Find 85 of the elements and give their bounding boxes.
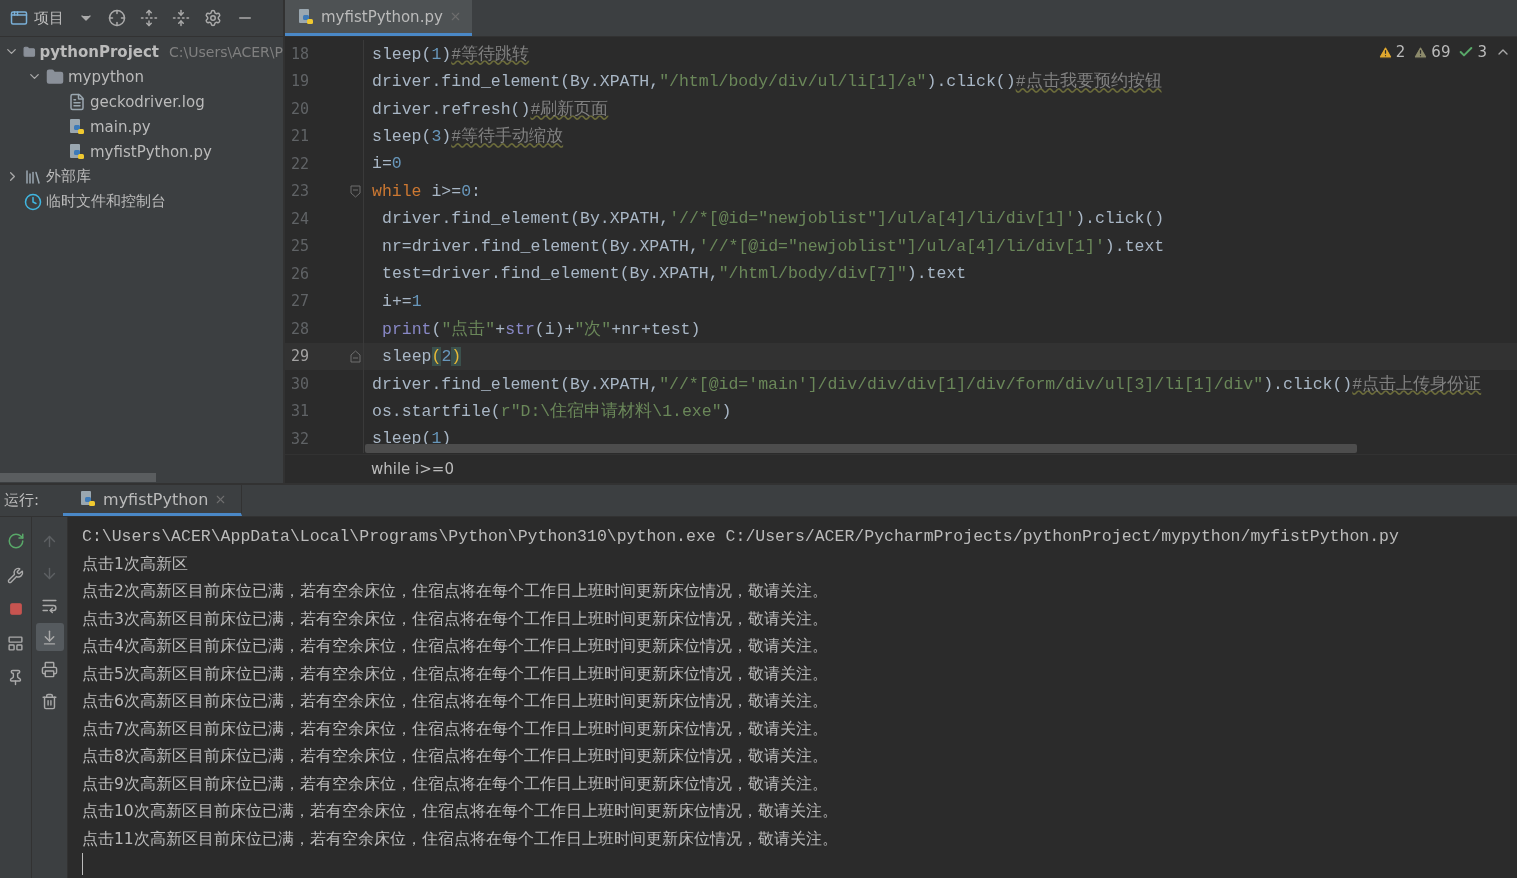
line-number: 18 xyxy=(290,44,311,63)
tree-item[interactable]: 外部库 xyxy=(46,167,91,186)
layout-icon xyxy=(7,634,24,652)
trash-icon xyxy=(41,692,58,710)
code-line: while i>=0: xyxy=(371,181,481,201)
line-number: 19 xyxy=(290,72,311,91)
pin-icon xyxy=(7,668,24,686)
project-window-icon xyxy=(10,9,28,27)
scroll-to-end-button[interactable] xyxy=(35,623,64,651)
line-number: 20 xyxy=(290,99,311,118)
scroll-to-end-icon xyxy=(41,628,58,646)
console-output: 点击3次高新区目前床位已满，若有空余床位，住宿点将在每个工作日上班时间更新床位情况，敬请关注。 xyxy=(82,608,829,630)
expand-all-icon[interactable] xyxy=(140,9,158,27)
python-run-icon xyxy=(79,490,98,508)
inspection-count[interactable]: 2 xyxy=(1377,43,1406,61)
console-command: C:\Users\ACER\AppData\Local\Programs\Python\Python310\python.exe C:/Users/ACER/PycharmProjects/pythonProject/mypython/myfistPython.py xyxy=(82,526,1400,549)
console-output: 点击1次高新区 xyxy=(82,553,189,575)
line-number: 28 xyxy=(290,319,311,338)
code-line: driver.find_element(By.XPATH,"/html/body/div/ul/li[1]/a").click()#点击我要预约按钮 xyxy=(371,71,1162,93)
editor-tab[interactable]: myfistPython.py xyxy=(285,0,472,36)
locate-icon[interactable] xyxy=(108,9,126,27)
fold-marker-icon[interactable] xyxy=(350,184,361,198)
console-output: 点击7次高新区目前床位已满，若有空余床位，住宿点将在每个工作日上班时间更新床位情况，敬请关注。 xyxy=(82,718,829,740)
python-file-icon xyxy=(68,142,86,161)
file-icon xyxy=(68,92,86,111)
settings-icon[interactable] xyxy=(204,9,222,27)
line-number: 31 xyxy=(290,402,311,421)
code-line: sleep(2) xyxy=(381,346,462,366)
code-line: sleep(1)#等待跳转 xyxy=(371,43,530,65)
python-file-icon xyxy=(297,7,315,26)
breadcrumb[interactable]: while i>=0 xyxy=(371,460,454,478)
line-number: 22 xyxy=(290,154,311,173)
console-output: 点击2次高新区目前床位已满，若有空余床位，住宿点将在每个工作日上班时间更新床位情况，敬请关注。 xyxy=(82,581,829,603)
printer-icon xyxy=(41,660,58,678)
tree-item[interactable]: 临时文件和控制台 xyxy=(46,192,166,211)
library-icon xyxy=(24,167,42,186)
console-output: 点击4次高新区目前床位已满，若有空余床位，住宿点将在每个工作日上班时间更新床位情况，敬请关注。 xyxy=(82,636,829,658)
console-output: 点击9次高新区目前床位已满，若有空余床位，住宿点将在每个工作日上班时间更新床位情况，敬请关注。 xyxy=(82,773,829,795)
folder-icon xyxy=(46,67,64,86)
inspection-count[interactable]: 3 xyxy=(1458,43,1487,61)
line-number: 30 xyxy=(290,374,311,393)
console-output: 点击10次高新区目前床位已满，若有空余床位，住宿点将在每个工作日上班时间更新床位情况，敬请关注。 xyxy=(82,801,839,823)
scratch-console-icon xyxy=(24,192,42,211)
stop-icon xyxy=(8,602,23,616)
run-label: 运行: xyxy=(3,491,41,510)
text-cursor xyxy=(82,853,83,875)
tree-item[interactable]: mypython xyxy=(68,67,144,86)
code-line: nr=driver.find_element(By.XPATH,'//*[@id="newjoblist"]/ul/a[4]/li/div[1]').text xyxy=(381,236,1165,256)
warning-icon xyxy=(1377,44,1393,60)
code-line: sleep(3)#等待手动缩放 xyxy=(371,125,564,148)
fold-marker-icon[interactable] xyxy=(350,349,361,363)
line-number: 23 xyxy=(290,182,311,201)
code-line: driver.find_element(By.XPATH,"//*[@id='main']/div/div/div[1]/div/form/div/ul[3]/li[1]/div").click()#点击上传身份证 xyxy=(371,373,1482,395)
tree-item[interactable]: geckodriver.log xyxy=(90,92,205,111)
tree-item[interactable]: main.py xyxy=(90,117,151,136)
code-line: os.startfile(r"D:\住宿申请材料\1.exe") xyxy=(371,400,732,423)
code-line: driver.find_element(By.XPATH,'//*[@id="newjoblist"]/ul/a[4]/li/div[1]').click() xyxy=(381,209,1165,229)
code-line: test=driver.find_element(By.XPATH,"/html/body/div[7]").text xyxy=(381,264,967,284)
scrollbar-thumb[interactable] xyxy=(365,444,1357,453)
console-output: 点击6次高新区目前床位已满，若有空余床位，住宿点将在每个工作日上班时间更新床位情况，敬请关注。 xyxy=(82,691,829,713)
tree-item[interactable]: myfistPython.py xyxy=(90,142,212,161)
code-line: print("点击"+str(i)+"次"+nr+test) xyxy=(381,318,701,340)
collapse-all-icon[interactable] xyxy=(172,9,190,27)
tool-window-title[interactable]: 项目 xyxy=(34,8,64,28)
wrench-icon xyxy=(7,566,24,584)
line-number: 21 xyxy=(290,127,311,146)
tree-item[interactable]: pythonProject xyxy=(39,42,160,61)
line-number: 25 xyxy=(290,237,311,256)
code-line: i+=1 xyxy=(381,291,422,311)
code-line: driver.refresh()#刷新页面 xyxy=(371,98,609,120)
rerun-icon xyxy=(6,532,25,550)
console-output: 点击8次高新区目前床位已满，若有空余床位，住宿点将在每个工作日上班时间更新床位情况，敬请关注。 xyxy=(82,746,829,768)
scrollbar-thumb[interactable] xyxy=(0,472,156,482)
line-number: 27 xyxy=(290,292,311,311)
code-line: i=0 xyxy=(371,154,402,174)
line-number: 32 xyxy=(290,429,311,448)
line-number: 29 xyxy=(290,347,311,366)
line-number: 26 xyxy=(290,264,311,283)
project-path: C:\Users\ACER\P xyxy=(169,43,283,60)
line-number: 24 xyxy=(290,209,311,228)
weak-warning-icon xyxy=(1413,44,1429,60)
console-output: 点击5次高新区目前床位已满，若有空余床位，住宿点将在每个工作日上班时间更新床位情况，敬请关注。 xyxy=(82,663,829,685)
console-output: 点击11次高新区目前床位已满，若有空余床位，住宿点将在每个工作日上班时间更新床位情况，敬请关注。 xyxy=(82,828,839,850)
python-file-icon xyxy=(68,117,86,136)
inspection-count[interactable]: 69 xyxy=(1413,43,1451,61)
